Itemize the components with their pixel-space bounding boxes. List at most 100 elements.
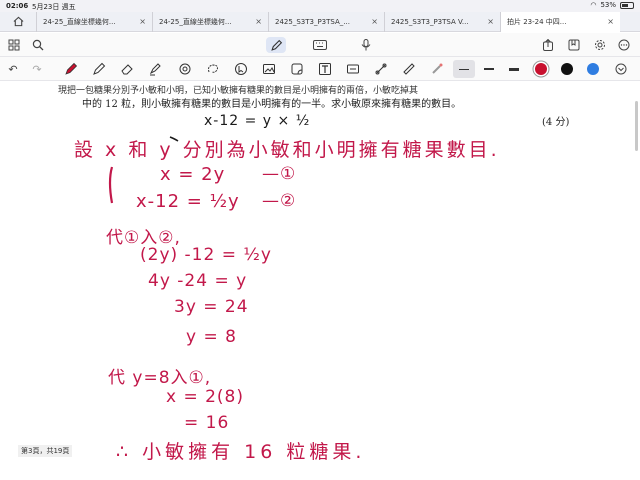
color-black-swatch[interactable]: [561, 63, 573, 75]
ruler-tool-button[interactable]: [400, 60, 418, 78]
page-indicator: 第3頁，共19頁: [18, 445, 73, 457]
hand-substitute-2: 代 y=8入①,: [108, 368, 212, 388]
status-right: ◠ 53%: [590, 1, 634, 9]
image-tool-button[interactable]: [260, 60, 278, 78]
search-button[interactable]: [30, 37, 46, 53]
redo-icon: ↷: [32, 62, 42, 76]
highlighter-tool-button[interactable]: [146, 60, 164, 78]
eraser-icon: [121, 64, 133, 75]
shape-icon: [179, 63, 191, 75]
home-icon: [13, 16, 23, 27]
pen-tool-icon: [65, 62, 78, 75]
annotation-toolbar: ↶ ↷: [0, 57, 640, 81]
hand-step-5: x = 2(8): [166, 387, 245, 407]
link-icon: [375, 63, 387, 75]
lasso-tool-button[interactable]: [204, 60, 222, 78]
eraser-tool-button[interactable]: [118, 60, 136, 78]
scrollbar[interactable]: [635, 101, 638, 151]
zoom-icon: [347, 64, 359, 74]
mic-button[interactable]: [358, 37, 374, 53]
stroke-thin-icon: [455, 60, 473, 78]
text-icon: [319, 63, 331, 75]
lasso-icon: [208, 64, 218, 73]
gear-icon: [595, 40, 605, 50]
hand-step-3: 3y = 24: [174, 297, 249, 317]
tab-2[interactable]: 24-25_直線坐標幾何... ×: [152, 11, 268, 32]
hand-eq2: x-12 = ½y: [136, 191, 240, 212]
more-button[interactable]: [616, 37, 632, 53]
tab-label: 2425_S3T3_P3TSA V...: [391, 17, 469, 26]
toolbar-options-icon: [615, 63, 627, 75]
search-icon: [32, 39, 44, 51]
hand-eq2-tag: —②: [262, 191, 297, 211]
share-button[interactable]: [540, 37, 556, 53]
hand-step-2: 4y -24 = y: [148, 271, 248, 291]
toolbar-options-button[interactable]: [612, 60, 630, 78]
tab-4[interactable]: 2425_S3T3_P3TSA V... ×: [384, 11, 500, 32]
color-blue-swatch[interactable]: [587, 63, 599, 75]
bookmark-icon: [568, 39, 580, 51]
sticker-tool-button[interactable]: [288, 60, 306, 78]
tab-close-icon[interactable]: ×: [607, 17, 614, 26]
tab-1[interactable]: 24-25_直線坐標幾何... ×: [36, 11, 152, 32]
color-red-swatch[interactable]: [535, 63, 547, 75]
pen-mode-icon: [270, 39, 282, 51]
mic-icon: [361, 39, 371, 51]
tab-3[interactable]: 2425_S3T3_P3TSA_... ×: [268, 11, 384, 32]
bookmark-button[interactable]: [566, 37, 582, 53]
battery-icon: [620, 1, 634, 9]
tab-label: 拍片 23-24 中四...: [507, 17, 567, 26]
pen-mode-button[interactable]: [266, 37, 286, 53]
tab-label: 24-25_直線坐標幾何...: [159, 17, 232, 26]
home-button[interactable]: [0, 12, 36, 32]
hand-step-1: (2y) -12 = ½y: [140, 245, 272, 265]
tab-close-icon[interactable]: ×: [371, 17, 378, 26]
document-page[interactable]: 現把一包糖果分別予小敏和小明，已知小敏擁有糖果的數目是小明擁有的兩倍，小敏吃掉其…: [0, 81, 640, 480]
select-icon: [235, 63, 247, 75]
status-time: 02:06: [6, 2, 29, 10]
tab-close-icon[interactable]: ×: [487, 17, 494, 26]
link-tool-button[interactable]: [372, 60, 390, 78]
hand-eq1-tag: —①: [262, 164, 297, 184]
tab-bar: 24-25_直線坐標幾何... × 24-25_直線坐標幾何... × 2425_S…: [0, 11, 640, 32]
undo-button[interactable]: ↶: [4, 60, 22, 78]
status-bar: 02:06 5月23日 週五 ◠ 53%: [0, 0, 640, 12]
top-toolbar: [0, 33, 640, 57]
hand-conclusion: ∴ 小敏擁有 16 粒糖果.: [116, 441, 366, 463]
stroke-medium-button[interactable]: [480, 60, 498, 78]
pen-tool-button[interactable]: [62, 60, 80, 78]
laser-tool-button[interactable]: [428, 60, 446, 78]
grid-button[interactable]: [6, 37, 22, 53]
tab-label: 2425_S3T3_P3TSA_...: [275, 17, 350, 26]
hand-step-4: y = 8: [186, 327, 237, 347]
hand-step-6: = 16: [184, 413, 230, 433]
share-icon: [543, 39, 553, 51]
image-icon: [263, 64, 275, 74]
undo-icon: ↶: [8, 62, 18, 76]
stroke-thick-icon: [509, 67, 519, 71]
pencil-icon: [93, 62, 106, 75]
text-tool-button[interactable]: [316, 60, 334, 78]
status-date: 5月23日 週五: [32, 3, 76, 11]
keyboard-button[interactable]: [312, 37, 328, 53]
shape-tool-button[interactable]: [176, 60, 194, 78]
tab-close-icon[interactable]: ×: [255, 17, 262, 26]
handwriting-strokes: [108, 136, 179, 204]
settings-button[interactable]: [592, 37, 608, 53]
tab-label: 24-25_直線坐標幾何...: [43, 17, 116, 26]
hand-eq1: x = 2y: [160, 164, 226, 185]
sticker-icon: [291, 63, 303, 75]
zoom-tool-button[interactable]: [344, 60, 362, 78]
tab-5-active[interactable]: 拍片 23-24 中四... ×: [500, 11, 620, 32]
keyboard-icon: [313, 40, 327, 50]
stroke-medium-icon: [484, 68, 494, 70]
more-icon: [618, 39, 630, 51]
select-tool-button[interactable]: [232, 60, 250, 78]
grid-icon: [8, 39, 20, 51]
wifi-icon: ◠: [590, 1, 597, 9]
battery-percent: 53%: [600, 1, 616, 9]
stroke-thick-button[interactable]: [505, 60, 523, 78]
tab-close-icon[interactable]: ×: [139, 17, 146, 26]
redo-button[interactable]: ↷: [28, 60, 46, 78]
pencil-tool-button[interactable]: [90, 60, 108, 78]
